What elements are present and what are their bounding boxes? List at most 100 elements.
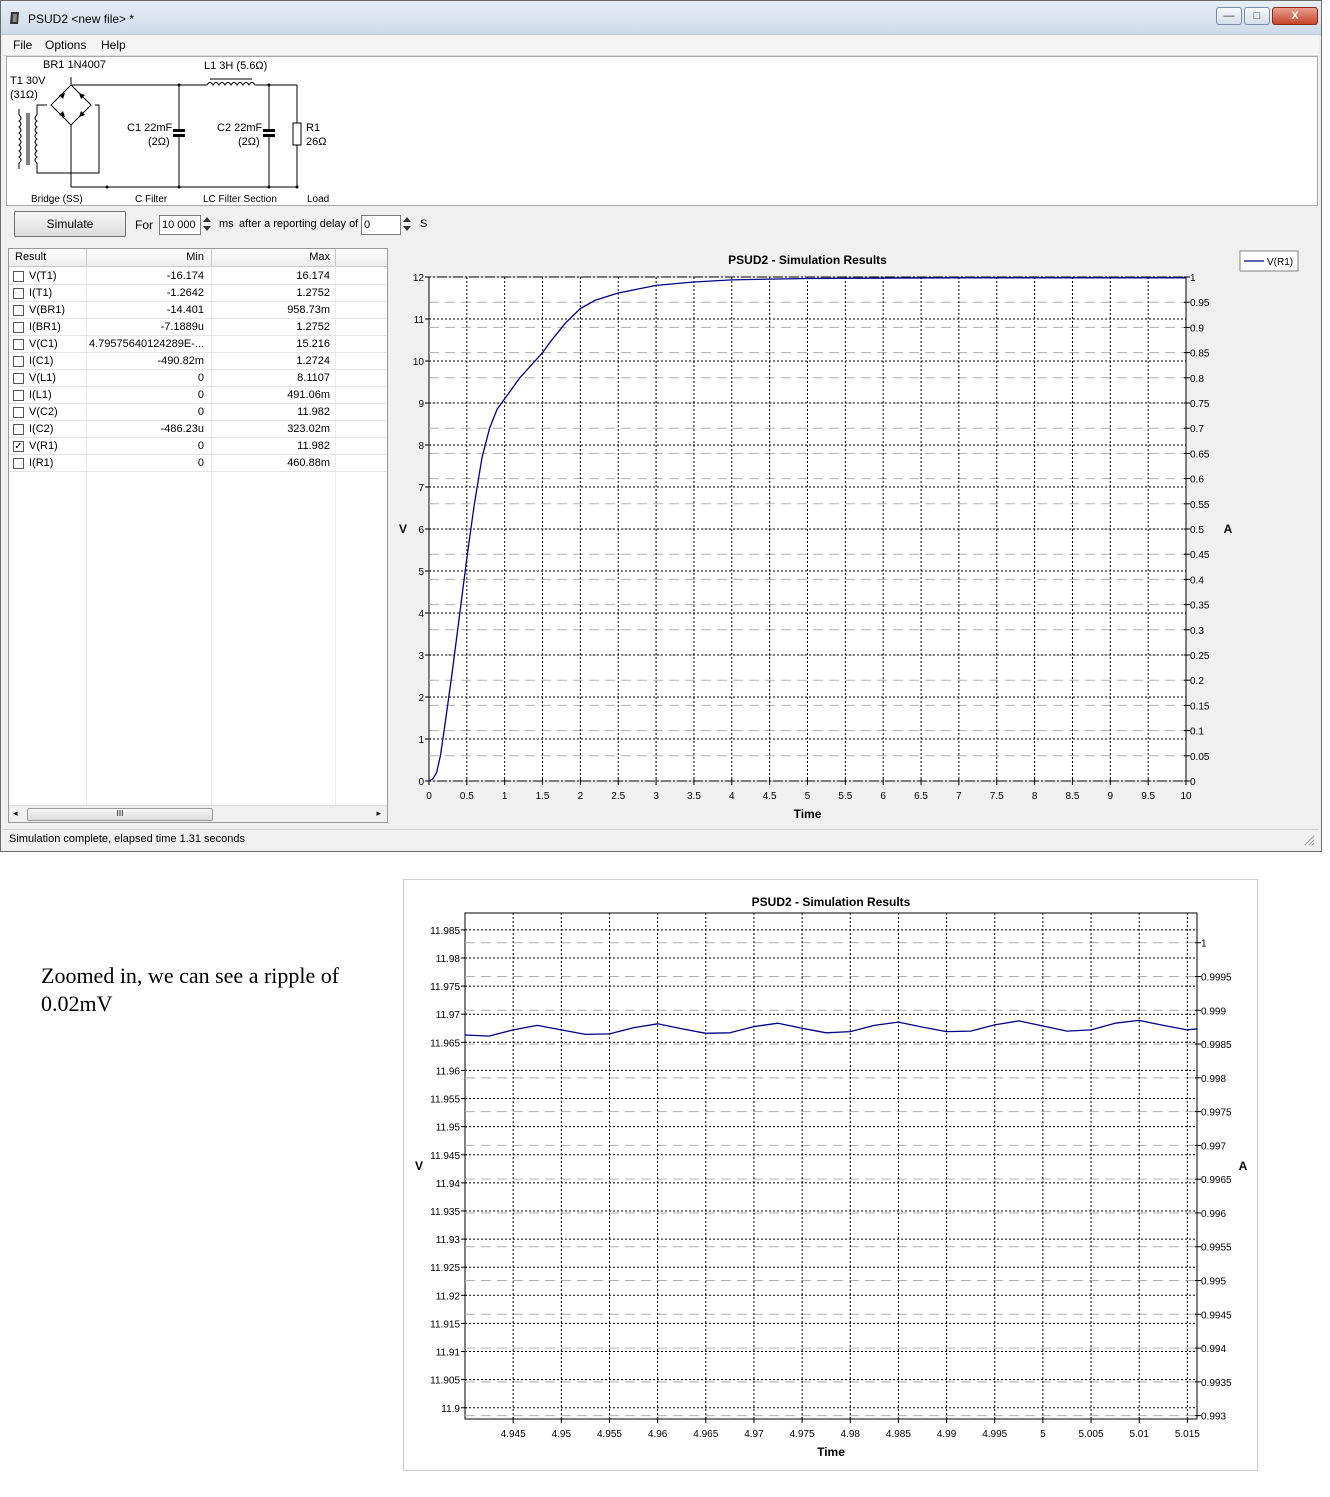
row-checkbox[interactable] xyxy=(13,322,24,333)
delay-spinner[interactable] xyxy=(402,215,413,235)
cell-result: I(L1) xyxy=(29,389,52,401)
table-row[interactable]: V(L1) 0 8.1107 xyxy=(9,370,387,387)
chart-title: PSUD2 - Simulation Results xyxy=(752,895,911,909)
resize-grip-icon[interactable] xyxy=(1303,834,1315,846)
cell-result: V(L1) xyxy=(29,372,56,384)
y2-tick-label: 0.9975 xyxy=(1201,1108,1232,1119)
row-checkbox[interactable] xyxy=(13,339,24,350)
y-tick-label: 11.91 xyxy=(436,1348,461,1359)
y-tick-label: 8 xyxy=(418,441,424,452)
minimize-icon: — xyxy=(1223,10,1235,22)
section-lc-filter: LC Filter Section xyxy=(203,194,277,205)
maximize-button[interactable]: □ xyxy=(1244,7,1270,25)
table-row[interactable]: I(C1) -490.82m 1.2724 xyxy=(9,353,387,370)
row-checkbox[interactable] xyxy=(13,305,24,316)
menu-options[interactable]: Options xyxy=(45,38,86,52)
x-tick-label: 8.5 xyxy=(1065,791,1079,802)
y2-tick-label: 0.9995 xyxy=(1201,973,1232,984)
schematic-panel[interactable]: BR1 1N4007 L1 3H (5.6Ω) T1 30V (31Ω) C1 … xyxy=(6,56,1318,206)
y-tick-label: 11.92 xyxy=(436,1291,461,1302)
table-row[interactable]: V(C1) 4.79575640124289E-... 15.216 xyxy=(9,336,387,353)
y2-tick-label: 0.25 xyxy=(1190,651,1210,662)
row-checkbox[interactable]: ✓ xyxy=(13,441,24,452)
y-tick-label: 7 xyxy=(418,483,424,494)
plot-area xyxy=(464,912,1198,1420)
table-row[interactable]: I(R1) 0 460.88m xyxy=(9,455,387,472)
y-tick-label: 11.96 xyxy=(436,1066,461,1077)
menu-file[interactable]: File xyxy=(13,38,32,52)
chart-svg: 01234567891011120 0.5 1 1.5 2 2.5 3 3.5 4 4.5 5 5.5… xyxy=(399,250,1299,821)
x-tick-label: 4.995 xyxy=(982,1429,1007,1440)
scroll-left-icon[interactable]: ◂ xyxy=(13,808,18,819)
cell-min: -490.82m xyxy=(157,355,204,367)
cell-min: -14.401 xyxy=(166,304,204,316)
minimize-button[interactable]: — xyxy=(1216,7,1242,25)
table-row[interactable]: I(C2) -486.23u 323.02m xyxy=(9,421,387,438)
scroll-thumb[interactable]: III xyxy=(27,808,213,821)
row-checkbox[interactable] xyxy=(13,288,24,299)
delay-input[interactable]: 0 xyxy=(361,215,401,235)
table-row[interactable]: V(BR1) -14.401 958.73m xyxy=(9,302,387,319)
title-bar[interactable]: PSUD2 <new file> * — □ X xyxy=(1,1,1321,35)
duration-input[interactable]: 10 000 xyxy=(159,215,201,235)
x-tick-label: 7.5 xyxy=(990,791,1004,802)
close-button[interactable]: X xyxy=(1272,7,1318,25)
close-icon: X xyxy=(1291,10,1299,22)
x-tick-label: 5.5 xyxy=(838,791,852,802)
y-tick-label: 0 xyxy=(418,777,424,788)
x-tick-label: 4.985 xyxy=(886,1429,911,1440)
cell-result: V(C2) xyxy=(29,406,58,418)
table-row[interactable]: I(L1) 0 491.06m xyxy=(9,387,387,404)
row-checkbox[interactable] xyxy=(13,424,24,435)
table-row[interactable]: I(BR1) -7.1889u 1.2752 xyxy=(9,319,387,336)
y-tick-label: 11.9 xyxy=(441,1404,460,1415)
zoomed-chart[interactable]: 11.9 11.905 11.91 11.915 11.92 11.925 11.93 11.… xyxy=(403,879,1258,1471)
label-c1: C1 22mF xyxy=(127,122,173,134)
y2-axis-label: A xyxy=(1224,522,1233,536)
horizontal-scrollbar[interactable]: ◂ III ▸ xyxy=(9,805,387,822)
row-checkbox[interactable] xyxy=(13,271,24,282)
zoomed-chart-svg: 11.9 11.905 11.91 11.915 11.92 11.925 11.93 11.… xyxy=(415,895,1248,1459)
row-checkbox[interactable] xyxy=(13,407,24,418)
header-min[interactable]: Min xyxy=(186,251,204,263)
duration-spinner[interactable] xyxy=(202,215,213,235)
x-tick-label: 4.975 xyxy=(790,1429,815,1440)
table-row[interactable]: V(C2) 0 11.982 xyxy=(9,404,387,421)
maximize-icon: □ xyxy=(1253,10,1261,22)
x-tick-label: 10 xyxy=(1180,791,1192,802)
y-tick-label: 2 xyxy=(418,693,424,704)
label-c2-esr: (2Ω) xyxy=(238,136,260,148)
label-r1: R1 xyxy=(306,122,321,134)
y-tick-label: 11.905 xyxy=(430,1376,460,1387)
x-tick-label: 9.5 xyxy=(1141,791,1155,802)
header-result[interactable]: Result xyxy=(15,251,46,263)
y2-tick-label: 0.55 xyxy=(1190,500,1210,511)
cell-max: 8.1107 xyxy=(297,372,330,384)
menu-help[interactable]: Help xyxy=(101,38,126,52)
y2-tick-label: 0.5 xyxy=(1190,525,1204,536)
table-row[interactable]: V(T1) -16.174 16.174 xyxy=(9,268,387,285)
y2-tick-label: 0.9935 xyxy=(1201,1378,1232,1389)
cell-min: 0 xyxy=(197,457,204,469)
y-tick-label: 6 xyxy=(418,525,424,536)
simulate-button[interactable]: Simulate xyxy=(14,211,126,237)
row-checkbox[interactable] xyxy=(13,390,24,401)
table-row[interactable]: ✓ V(R1) 0 11.982 xyxy=(9,438,387,455)
y2-tick-label: 0.05 xyxy=(1190,752,1210,763)
simulation-chart[interactable]: 0 1 2 3 4 5 6 7 8 9 10 11 12 0 0.5 1 1.5 2 2.5 3 3.5 4 4.5 5 5.5… xyxy=(393,248,1319,824)
x-axis-label: Time xyxy=(817,1445,845,1459)
y2-axis-label: A xyxy=(1239,1159,1248,1173)
x-tick-label: 3 xyxy=(653,791,659,802)
cell-max: 958.73m xyxy=(287,304,330,316)
app-window: PSUD2 <new file> * — □ X File Options He… xyxy=(0,0,1322,852)
row-checkbox[interactable] xyxy=(13,458,24,469)
table-row[interactable]: I(T1) -1.2642 1.2752 xyxy=(9,285,387,302)
cell-max: 11.982 xyxy=(297,440,330,452)
x-tick-label: 4.96 xyxy=(648,1429,668,1440)
header-max[interactable]: Max xyxy=(309,251,330,263)
y2-tick-label: 0.998 xyxy=(1201,1074,1226,1085)
scroll-right-icon[interactable]: ▸ xyxy=(376,808,381,819)
row-checkbox[interactable] xyxy=(13,373,24,384)
results-table[interactable]: Result Min Max V(T1) -16.174 16.174 I(T1) -1… xyxy=(8,248,388,823)
row-checkbox[interactable] xyxy=(13,356,24,367)
